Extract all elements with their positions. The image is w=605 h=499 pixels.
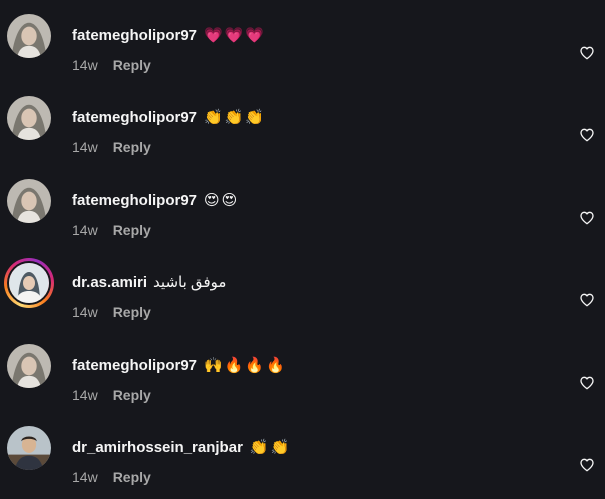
- like-button[interactable]: [579, 127, 595, 143]
- comment-timestamp: 14w: [72, 469, 98, 485]
- avatar[interactable]: [7, 14, 51, 58]
- reply-button[interactable]: Reply: [113, 57, 151, 73]
- avatar[interactable]: [7, 96, 51, 140]
- reply-button[interactable]: Reply: [113, 469, 151, 485]
- comment-username[interactable]: dr.as.amiri: [72, 274, 147, 291]
- profile-photo-woman-icon: [7, 344, 51, 388]
- comment-timestamp: 14w: [72, 304, 98, 320]
- profile-photo-woman-icon: [7, 96, 51, 140]
- comment-item: fatemegholipor97 💗💗💗 14w Reply: [0, 13, 605, 95]
- heart-outline-icon: [580, 128, 594, 142]
- comment-list: fatemegholipor97 💗💗💗 14w Reply fatemegho…: [0, 0, 605, 499]
- comment-item: fatemegholipor97 🙌🔥🔥🔥 14w Reply: [0, 343, 605, 425]
- comment-text: 😍😍: [204, 192, 240, 209]
- comment-timestamp: 14w: [72, 139, 98, 155]
- heart-outline-icon: [580, 293, 594, 307]
- reply-button[interactable]: Reply: [113, 222, 151, 238]
- profile-photo-woman-icon: [7, 14, 51, 58]
- like-button[interactable]: [579, 45, 595, 61]
- profile-photo-hijab-icon: [9, 263, 49, 303]
- heart-outline-icon: [580, 211, 594, 225]
- comment-text: 🙌🔥🔥🔥: [204, 357, 287, 374]
- avatar-story-ring[interactable]: [4, 258, 54, 308]
- comment-text: 👏👏👏: [204, 109, 267, 126]
- comment-timestamp: 14w: [72, 387, 98, 403]
- comment-username[interactable]: fatemegholipor97: [72, 27, 197, 44]
- comment-item: dr.as.amiri موفق باشید 14w Reply: [0, 258, 605, 342]
- avatar[interactable]: [7, 426, 51, 470]
- like-button[interactable]: [579, 292, 595, 308]
- heart-outline-icon: [580, 458, 594, 472]
- comment-text: 👏👏: [249, 439, 292, 456]
- comment-text: موفق باشید: [153, 274, 227, 291]
- comment-username[interactable]: fatemegholipor97: [72, 357, 197, 374]
- like-button[interactable]: [579, 457, 595, 473]
- reply-button[interactable]: Reply: [113, 139, 151, 155]
- heart-outline-icon: [580, 46, 594, 60]
- comment-item: dr_amirhossein_ranjbar 👏👏 14w Reply: [0, 425, 605, 499]
- like-button[interactable]: [579, 210, 595, 226]
- avatar[interactable]: [7, 344, 51, 388]
- comment-timestamp: 14w: [72, 57, 98, 73]
- comment-username[interactable]: fatemegholipor97: [72, 192, 197, 209]
- comment-timestamp: 14w: [72, 222, 98, 238]
- like-button[interactable]: [579, 375, 595, 391]
- heart-outline-icon: [580, 376, 594, 390]
- comment-item: fatemegholipor97 😍😍 14w Reply: [0, 178, 605, 260]
- reply-button[interactable]: Reply: [113, 304, 151, 320]
- avatar[interactable]: [7, 179, 51, 223]
- comment-text: 💗💗💗: [204, 27, 267, 44]
- comment-username[interactable]: dr_amirhossein_ranjbar: [72, 439, 243, 456]
- profile-photo-woman-icon: [7, 179, 51, 223]
- reply-button[interactable]: Reply: [113, 387, 151, 403]
- comment-item: fatemegholipor97 👏👏👏 14w Reply: [0, 95, 605, 177]
- profile-photo-man-icon: [7, 426, 51, 470]
- comment-username[interactable]: fatemegholipor97: [72, 109, 197, 126]
